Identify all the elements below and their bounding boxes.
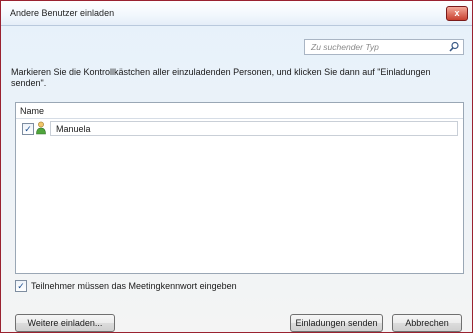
invite-more-button[interactable]: Weitere einladen...: [15, 314, 115, 332]
name-column-header: Name: [20, 106, 45, 116]
list-header[interactable]: Name: [16, 103, 463, 119]
close-icon: x: [454, 8, 460, 18]
password-checkbox[interactable]: ✓: [15, 280, 27, 292]
close-button[interactable]: x: [446, 6, 468, 21]
send-invitations-button[interactable]: Einladungen senden: [290, 314, 383, 332]
search-placeholder: Zu suchender Typ: [311, 42, 379, 52]
password-option-label: Teilnehmer müssen das Meetingkennwort ei…: [31, 281, 237, 291]
cancel-button[interactable]: Abbrechen: [392, 314, 462, 332]
title-bar[interactable]: Andere Benutzer einladen x: [1, 1, 472, 26]
search-input[interactable]: Zu suchender Typ: [304, 39, 464, 55]
list-item[interactable]: ✓ Manuela: [20, 121, 458, 136]
person-icon: [36, 121, 46, 135]
instruction-text: Markieren Sie die Kontrollkästchen aller…: [11, 67, 431, 88]
invite-dialog: Andere Benutzer einladen x Zu suchender …: [0, 0, 473, 333]
invitee-checkbox[interactable]: ✓: [22, 123, 34, 135]
invitee-name-field[interactable]: Manuela: [50, 121, 458, 136]
search-icon[interactable]: [448, 41, 460, 53]
invitee-list[interactable]: Name ✓ Manuela: [15, 102, 464, 274]
dialog-title: Andere Benutzer einladen: [10, 8, 115, 18]
invitee-name: Manuela: [56, 124, 91, 134]
